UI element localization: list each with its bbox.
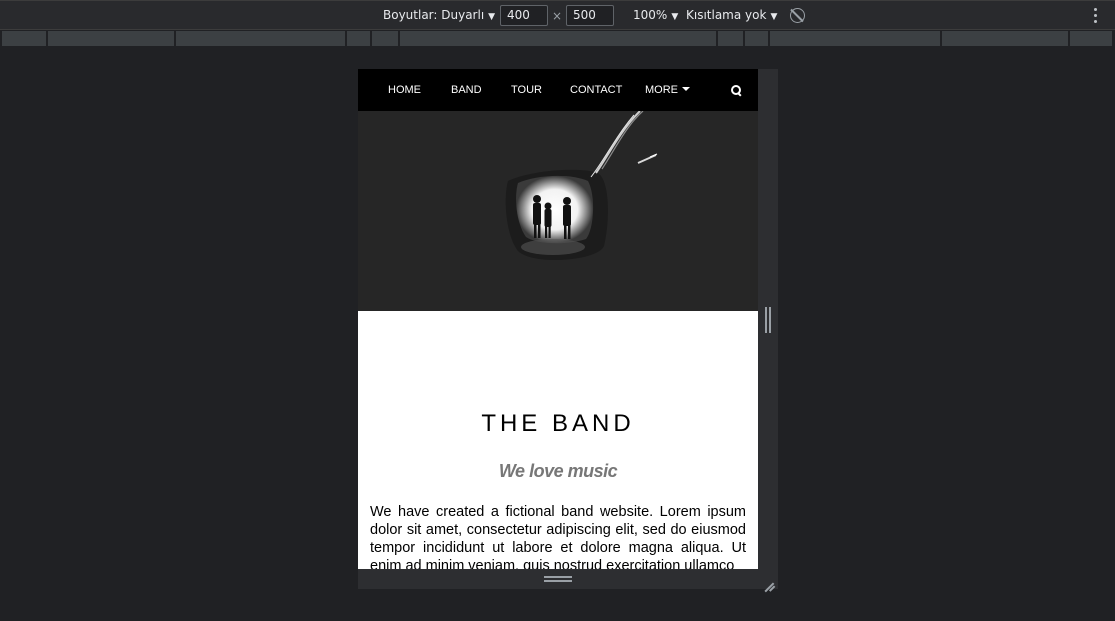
nav-more-label: MORE: [645, 84, 678, 96]
nav-tour[interactable]: TOUR: [511, 69, 542, 111]
zoom-label: 100%: [633, 8, 668, 22]
nav-band[interactable]: BAND: [451, 69, 482, 111]
device-toolbar: Boyutlar: Duyarlı ▼ 400 × 500 100% ▼ Kısıt…: [0, 0, 1115, 30]
resize-handle-right[interactable]: [763, 307, 773, 333]
band-subtitle: We love music: [498, 461, 618, 481]
breakpoint-segment[interactable]: [1070, 31, 1113, 46]
band-title: THE BAND: [481, 410, 635, 437]
breakpoint-ruler: [0, 30, 1115, 47]
hero-image: [358, 111, 758, 311]
dimensions-label: Boyutlar: Duyarlı: [383, 8, 485, 22]
navbar: HOME BAND TOUR CONTACT MORE: [358, 69, 758, 111]
resize-handle-corner[interactable]: [763, 574, 775, 592]
throttle-caret-icon: ▼: [770, 12, 778, 22]
zoom-caret-icon: ▼: [671, 12, 679, 22]
breakpoint-segment[interactable]: [718, 31, 744, 46]
breakpoint-segment[interactable]: [770, 31, 941, 46]
breakpoint-segment[interactable]: [745, 31, 769, 46]
breakpoint-segment[interactable]: [2, 31, 47, 46]
throttle-dropdown[interactable]: Kısıtlama yok ▼: [686, 1, 777, 30]
breakpoint-segment[interactable]: [372, 31, 399, 46]
breakpoint-segment[interactable]: [942, 31, 1069, 46]
times-separator: ×: [552, 9, 563, 23]
width-input[interactable]: 400: [500, 5, 548, 26]
nav-more[interactable]: MORE: [645, 69, 690, 111]
zoom-dropdown[interactable]: 100% ▼: [633, 1, 678, 30]
breakpoint-segment[interactable]: [48, 31, 175, 46]
band-tunnel-photo: [358, 111, 758, 311]
caret-down-icon: [682, 87, 690, 91]
search-icon[interactable]: [731, 85, 742, 96]
resize-handle-bottom[interactable]: [544, 576, 572, 584]
band-description: We have created a fictional band website…: [370, 504, 746, 569]
breakpoint-segment[interactable]: [347, 31, 371, 46]
nav-home[interactable]: HOME: [388, 69, 421, 111]
page-viewport: HOME BAND TOUR CONTACT MORE THE BAND We …: [358, 69, 758, 569]
device-frame: HOME BAND TOUR CONTACT MORE THE BAND We …: [358, 69, 778, 592]
height-input[interactable]: 500: [566, 5, 614, 26]
nav-contact[interactable]: CONTACT: [570, 69, 622, 111]
dimensions-caret-icon: ▼: [488, 12, 496, 22]
breakpoint-segment[interactable]: [400, 31, 717, 46]
dimensions-dropdown[interactable]: Boyutlar: Duyarlı ▼: [383, 1, 495, 30]
breakpoint-segment[interactable]: [176, 31, 346, 46]
more-options-icon[interactable]: [1094, 8, 1098, 24]
throttle-label: Kısıtlama yok: [686, 8, 767, 22]
rotate-icon[interactable]: [790, 8, 805, 23]
